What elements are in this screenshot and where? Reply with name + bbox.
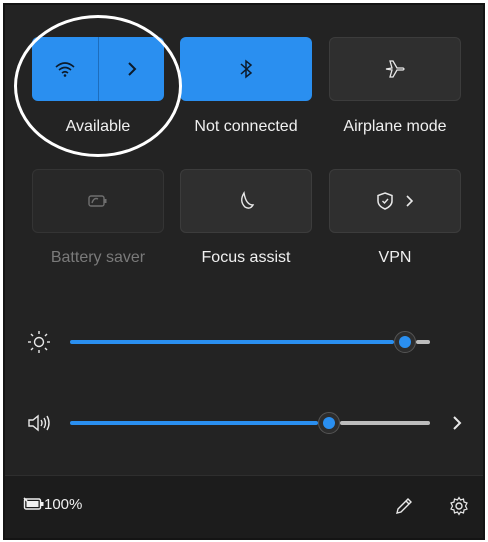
wifi-toggle[interactable] <box>32 37 98 101</box>
chevron-right-icon <box>127 62 136 76</box>
edit-button[interactable] <box>390 492 418 520</box>
gear-icon <box>450 496 468 516</box>
focus-assist-label: Focus assist <box>201 249 291 266</box>
vpn-tile[interactable] <box>329 169 461 233</box>
volume-track-rest <box>340 421 430 425</box>
wifi-label: Available <box>65 118 131 135</box>
brightness-slider-row <box>5 327 483 357</box>
brightness-thumb[interactable] <box>394 331 416 353</box>
speaker-icon <box>28 414 50 432</box>
quick-settings-panel: Available Not connected Airplane mode Ba… <box>3 3 485 540</box>
airplane-icon <box>385 60 405 78</box>
battery-status[interactable]: 100% <box>17 490 107 520</box>
vpn-label: VPN <box>378 249 412 266</box>
volume-output-button[interactable] <box>445 408 469 438</box>
sun-icon <box>28 331 50 353</box>
battery-percent: 100% <box>44 496 83 513</box>
moon-icon <box>241 191 255 209</box>
chevron-right-icon <box>453 416 462 430</box>
brightness-track-fill <box>70 340 394 344</box>
bluetooth-tile[interactable] <box>180 37 312 101</box>
wifi-expand-button[interactable] <box>99 37 164 101</box>
wifi-icon <box>55 62 75 77</box>
brightness-track-rest <box>416 340 430 344</box>
brightness-slider[interactable] <box>70 327 430 357</box>
settings-button[interactable] <box>445 492 473 520</box>
battery-charging-icon <box>23 497 44 510</box>
pencil-icon <box>396 498 412 514</box>
airplane-mode-label: Airplane mode <box>343 118 447 135</box>
wifi-tile[interactable] <box>32 37 164 101</box>
volume-thumb[interactable] <box>318 412 340 434</box>
volume-track-fill <box>70 421 318 425</box>
battery-saver-icon <box>88 195 107 207</box>
focus-assist-tile[interactable] <box>180 169 312 233</box>
volume-slider-row <box>5 408 483 438</box>
battery-saver-label: Battery saver <box>50 249 146 266</box>
bluetooth-label: Not connected <box>194 118 298 135</box>
volume-slider[interactable] <box>70 408 430 438</box>
airplane-mode-tile[interactable] <box>329 37 461 101</box>
battery-saver-tile[interactable] <box>32 169 164 233</box>
shield-icon <box>377 192 393 210</box>
footer-bar: 100% <box>5 475 483 538</box>
chevron-right-icon <box>406 195 414 207</box>
bluetooth-icon <box>240 59 253 79</box>
